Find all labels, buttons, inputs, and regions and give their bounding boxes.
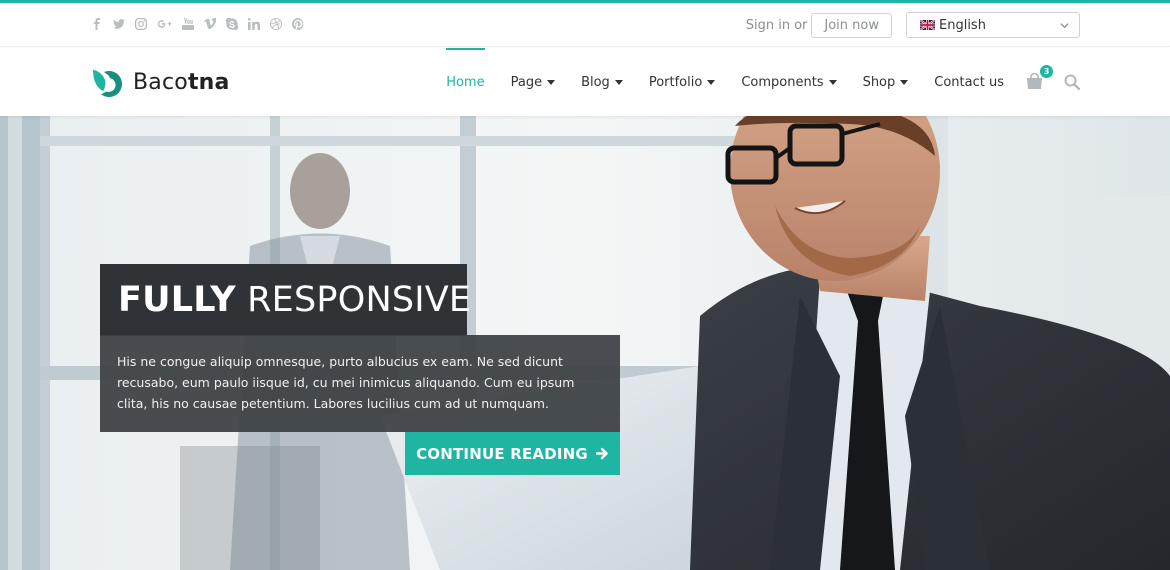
main-header: Bacotna Home Page Blog Portfolio Compone… bbox=[0, 48, 1170, 116]
continue-reading-label: CONTINUE READING bbox=[416, 444, 588, 463]
caret-down-icon bbox=[614, 79, 623, 85]
google-plus-icon[interactable] bbox=[156, 17, 172, 30]
hero-title-box: FULLY RESPONSIVE bbox=[100, 264, 471, 336]
search-icon[interactable] bbox=[1064, 74, 1080, 90]
sign-in-link[interactable]: Sign in bbox=[746, 18, 790, 33]
main-navigation: Home Page Blog Portfolio Components Shop… bbox=[420, 48, 1080, 116]
skype-icon[interactable] bbox=[225, 17, 238, 30]
cart-button[interactable]: 3 bbox=[1026, 65, 1053, 91]
cart-count-badge: 3 bbox=[1040, 65, 1053, 78]
arrow-right-icon bbox=[595, 447, 608, 460]
nav-item-contact[interactable]: Contact us bbox=[934, 48, 1004, 116]
hero-slider: FULLY RESPONSIVE His ne congue aliquip o… bbox=[0, 116, 1170, 570]
caret-down-icon bbox=[828, 79, 837, 85]
chevron-down-icon bbox=[1060, 22, 1069, 28]
logo-text: Bacotna bbox=[133, 69, 230, 95]
facebook-icon[interactable] bbox=[90, 17, 103, 30]
account-and-language: Sign in or Join now English bbox=[746, 12, 1080, 38]
linkedin-icon[interactable] bbox=[247, 17, 260, 30]
instagram-icon[interactable] bbox=[134, 17, 147, 30]
site-logo[interactable]: Bacotna bbox=[91, 66, 230, 98]
language-label: English bbox=[939, 17, 986, 33]
social-links bbox=[90, 17, 304, 30]
nav-item-portfolio[interactable]: Portfolio bbox=[649, 48, 716, 116]
nav-item-shop[interactable]: Shop bbox=[863, 48, 909, 116]
hero-description: His ne congue aliquip omnesque, purto al… bbox=[117, 354, 575, 411]
nav-item-page[interactable]: Page bbox=[511, 48, 556, 116]
or-separator: or bbox=[794, 17, 808, 33]
caret-down-icon bbox=[900, 79, 909, 85]
language-select[interactable]: English bbox=[906, 12, 1080, 38]
hero-title: FULLY RESPONSIVE bbox=[118, 280, 472, 320]
twitter-icon[interactable] bbox=[112, 17, 125, 30]
nav-item-blog[interactable]: Blog bbox=[581, 48, 623, 116]
dribbble-icon[interactable] bbox=[269, 17, 282, 30]
nav-item-home[interactable]: Home bbox=[446, 48, 485, 116]
logo-icon bbox=[93, 70, 122, 97]
youtube-icon[interactable] bbox=[181, 17, 194, 30]
pinterest-icon[interactable] bbox=[291, 17, 304, 30]
top-bar: Sign in or Join now English bbox=[0, 3, 1170, 47]
join-now-button[interactable]: Join now bbox=[811, 12, 892, 38]
hero-description-box: His ne congue aliquip omnesque, purto al… bbox=[100, 335, 620, 432]
continue-reading-button[interactable]: CONTINUE READING bbox=[405, 432, 620, 475]
nav-item-components[interactable]: Components bbox=[741, 48, 837, 116]
caret-down-icon bbox=[707, 79, 716, 85]
vimeo-icon[interactable] bbox=[203, 17, 216, 30]
caret-down-icon bbox=[547, 79, 556, 85]
uk-flag-icon bbox=[920, 20, 935, 30]
